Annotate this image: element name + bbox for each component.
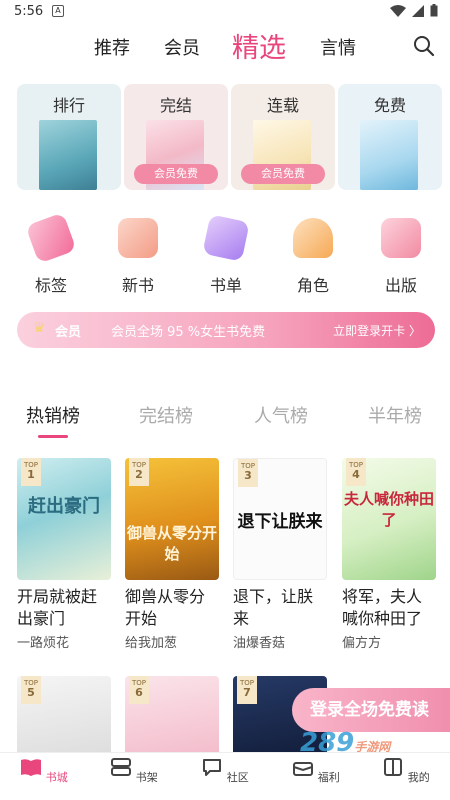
vip-free-badge: 会员免费 bbox=[134, 164, 218, 184]
tab-half-year-rank[interactable]: 半年榜 bbox=[368, 402, 422, 428]
quick-link-label: 书单 bbox=[209, 276, 242, 295]
vip-banner[interactable]: ♛ 会员 会员全场 95 %女生书免费 立即登录开卡 〉 bbox=[17, 312, 435, 348]
book-card[interactable]: TOP 3 退下让朕来 退下，让朕来 油爆香菇 bbox=[233, 458, 327, 651]
book-card[interactable]: TOP 6 bbox=[125, 676, 219, 756]
cover-title: 赶出豪门 bbox=[28, 496, 100, 517]
quick-link-label: 标签 bbox=[34, 276, 67, 295]
rank-tag: TOP 3 bbox=[238, 459, 258, 487]
book-author: 油爆香菇 bbox=[233, 636, 286, 651]
vip-action-link[interactable]: 立即登录开卡 〉 bbox=[333, 322, 421, 339]
category-label: 免费 bbox=[373, 96, 406, 115]
quick-link-label: 角色 bbox=[296, 276, 329, 295]
book-cover-image bbox=[39, 120, 97, 190]
crown-icon: ♛ bbox=[33, 320, 46, 336]
book-author: 给我加葱 bbox=[125, 636, 178, 651]
cover-title: 御兽从零分开始 bbox=[126, 524, 217, 563]
bottom-nav-label: 书城 bbox=[45, 771, 68, 784]
hat-icon bbox=[293, 218, 333, 258]
book-card[interactable]: TOP 5 bbox=[17, 676, 111, 756]
booklist-icon bbox=[202, 214, 250, 262]
bookstore-icon bbox=[21, 759, 42, 776]
tab-bestseller[interactable]: 热销榜 bbox=[26, 402, 80, 428]
book-author: 一路烦花 bbox=[17, 636, 70, 651]
bottom-nav-label: 我的 bbox=[407, 771, 430, 784]
bottom-nav-label: 书架 bbox=[135, 771, 158, 784]
book-open-icon bbox=[118, 218, 158, 258]
status-bar: 5:56 A bbox=[0, 0, 450, 24]
status-time: 5:56 bbox=[14, 4, 44, 19]
quick-link-tags[interactable]: 标签 bbox=[16, 212, 86, 296]
vip-free-badge: 会员免费 bbox=[241, 164, 325, 184]
book-author: 偏方方 bbox=[342, 636, 382, 651]
quick-link-booklists[interactable]: 书单 bbox=[191, 214, 261, 296]
profile-book-icon bbox=[384, 758, 403, 776]
book-title: 开局就被赶出豪门 bbox=[17, 587, 98, 628]
rank-tag: TOP 2 bbox=[129, 458, 149, 486]
book-title: 御兽从零分开始 bbox=[125, 587, 206, 628]
book-cover: TOP 3 退下让朕来 bbox=[233, 458, 327, 580]
chat-bubble-icon bbox=[203, 759, 222, 776]
vip-text: 会员全场 95 %女生书免费 bbox=[111, 325, 266, 340]
quick-link-label: 新书 bbox=[121, 276, 154, 295]
bottom-nav: 书城 书架 社区 福利 我的 bbox=[0, 752, 450, 800]
book-cover: TOP 4 夫人喊你种田了 bbox=[342, 458, 436, 580]
book-title: 将军，夫人喊你种田了 bbox=[342, 587, 423, 628]
bottom-nav-mine[interactable]: 我的 bbox=[376, 757, 436, 785]
signal-icon bbox=[412, 4, 424, 17]
vip-label: 会员 bbox=[55, 325, 82, 340]
notification-icon: A bbox=[52, 5, 64, 17]
quick-link-characters[interactable]: 角色 bbox=[278, 218, 348, 296]
cover-title: 退下让朕来 bbox=[237, 512, 323, 532]
category-completed[interactable]: 完结 会员免费 bbox=[124, 84, 228, 190]
category-free[interactable]: 免费 bbox=[338, 84, 442, 190]
tag-icon bbox=[25, 212, 77, 264]
gift-icon bbox=[293, 762, 314, 776]
book-cover-image bbox=[360, 120, 418, 190]
rank-tag: TOP 1 bbox=[21, 458, 41, 486]
quick-link-new-books[interactable]: 新书 bbox=[103, 218, 173, 296]
bottom-nav-bookstore[interactable]: 书城 bbox=[14, 757, 74, 785]
book-card[interactable]: TOP 1 赶出豪门 开局就被赶出豪门 一路烦花 bbox=[17, 458, 111, 651]
book-cover: TOP 1 赶出豪门 bbox=[17, 458, 111, 580]
book-title: 退下，让朕来 bbox=[233, 587, 314, 628]
bottom-nav-label: 福利 bbox=[317, 771, 340, 784]
rank-tag: TOP 7 bbox=[237, 676, 257, 704]
battery-icon bbox=[430, 4, 438, 17]
bottom-nav-label: 社区 bbox=[226, 771, 249, 784]
quick-link-label: 出版 bbox=[384, 276, 417, 295]
cover-title: 夫人喊你种田了 bbox=[343, 490, 434, 529]
tab-romance[interactable]: 言情 bbox=[320, 34, 356, 60]
book-cover: TOP 2 御兽从零分开始 bbox=[125, 458, 219, 580]
book-card[interactable]: TOP 2 御兽从零分开始 御兽从零分开始 给我加葱 bbox=[125, 458, 219, 651]
active-tab-indicator bbox=[38, 435, 68, 438]
tab-popular-rank[interactable]: 人气榜 bbox=[254, 402, 308, 428]
category-ranking[interactable]: 排行 bbox=[17, 84, 121, 190]
bookshelf-icon bbox=[111, 758, 132, 776]
category-label: 完结 bbox=[159, 96, 192, 115]
login-promo-banner[interactable]: 登录全场免费读 bbox=[292, 688, 450, 732]
rank-tag: TOP 6 bbox=[129, 676, 149, 704]
category-serial[interactable]: 连载 会员免费 bbox=[231, 84, 335, 190]
wifi-icon bbox=[390, 4, 406, 17]
bottom-nav-benefits[interactable]: 福利 bbox=[286, 757, 346, 785]
tab-recommend[interactable]: 推荐 bbox=[94, 34, 130, 60]
tab-completed-rank[interactable]: 完结榜 bbox=[139, 402, 193, 428]
tab-vip[interactable]: 会员 bbox=[164, 34, 200, 60]
category-label: 排行 bbox=[52, 96, 85, 115]
rank-tag: TOP 5 bbox=[21, 676, 41, 704]
book-card[interactable]: TOP 4 夫人喊你种田了 将军，夫人喊你种田了 偏方方 bbox=[342, 458, 436, 651]
search-icon[interactable] bbox=[412, 34, 436, 58]
quick-link-publishing[interactable]: 出版 bbox=[366, 218, 436, 296]
book-icon bbox=[381, 218, 421, 258]
rank-tag: TOP 4 bbox=[346, 458, 366, 486]
bottom-nav-community[interactable]: 社区 bbox=[195, 757, 255, 785]
top-nav: 推荐 会员 精选 言情 bbox=[0, 26, 450, 66]
tab-featured[interactable]: 精选 bbox=[232, 26, 286, 65]
category-label: 连载 bbox=[266, 96, 299, 115]
bottom-nav-bookshelf[interactable]: 书架 bbox=[104, 757, 164, 785]
